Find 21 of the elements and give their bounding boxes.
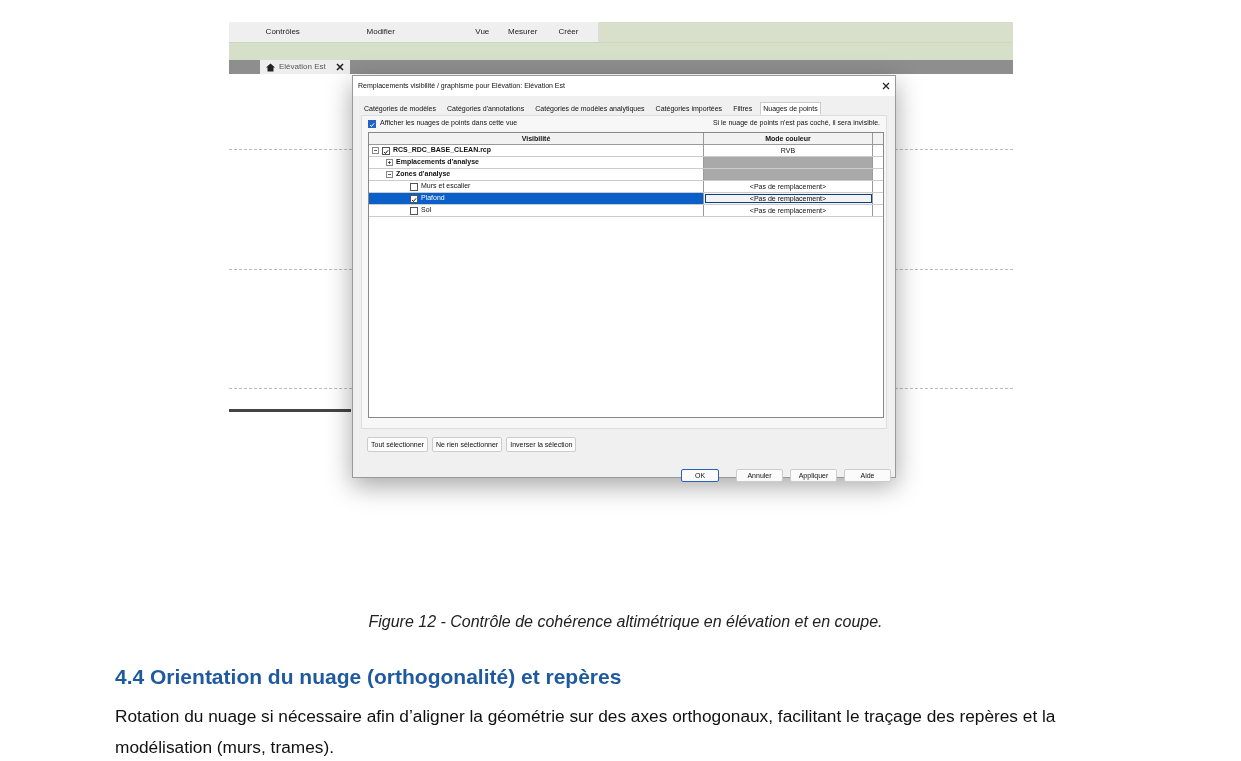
checkbox[interactable]: [382, 146, 390, 155]
collapse-icon[interactable]: [372, 147, 379, 154]
figure-caption: Figure 12 - Contrôle de cohérence altimétrique en élévation et en coupe.: [367, 612, 884, 632]
checkbox[interactable]: [410, 194, 418, 203]
expand-icon[interactable]: [386, 159, 393, 166]
checkbox[interactable]: [368, 119, 376, 128]
collapse-icon[interactable]: [386, 171, 393, 178]
home-icon: [266, 62, 275, 72]
paragraph: Rotation du nuage si nécessaire afin d’aligner la géométrie sur des axes orthogonaux, facilitant le traçage des repères et la modélisation (murs, trames).: [115, 704, 1057, 759]
view-tab[interactable]: Elévation Est: [260, 60, 350, 74]
ribbon-tab[interactable]: Vue: [475, 26, 508, 38]
ribbon-tab[interactable]: Modifier: [366, 26, 476, 38]
ribbon-tab[interactable]: Mesurer: [508, 26, 559, 38]
close-icon[interactable]: [882, 82, 890, 90]
checkbox[interactable]: [410, 206, 418, 215]
close-icon[interactable]: [335, 63, 344, 71]
ribbon-tab[interactable]: Créer: [558, 26, 598, 38]
tab-label: Elévation Est: [279, 61, 326, 73]
checkbox[interactable]: [410, 182, 418, 191]
section-heading: 4.4 Orientation du nuage (orthogonalité) et repères: [115, 664, 623, 690]
ribbon-tab[interactable]: Contrôles: [265, 26, 367, 38]
